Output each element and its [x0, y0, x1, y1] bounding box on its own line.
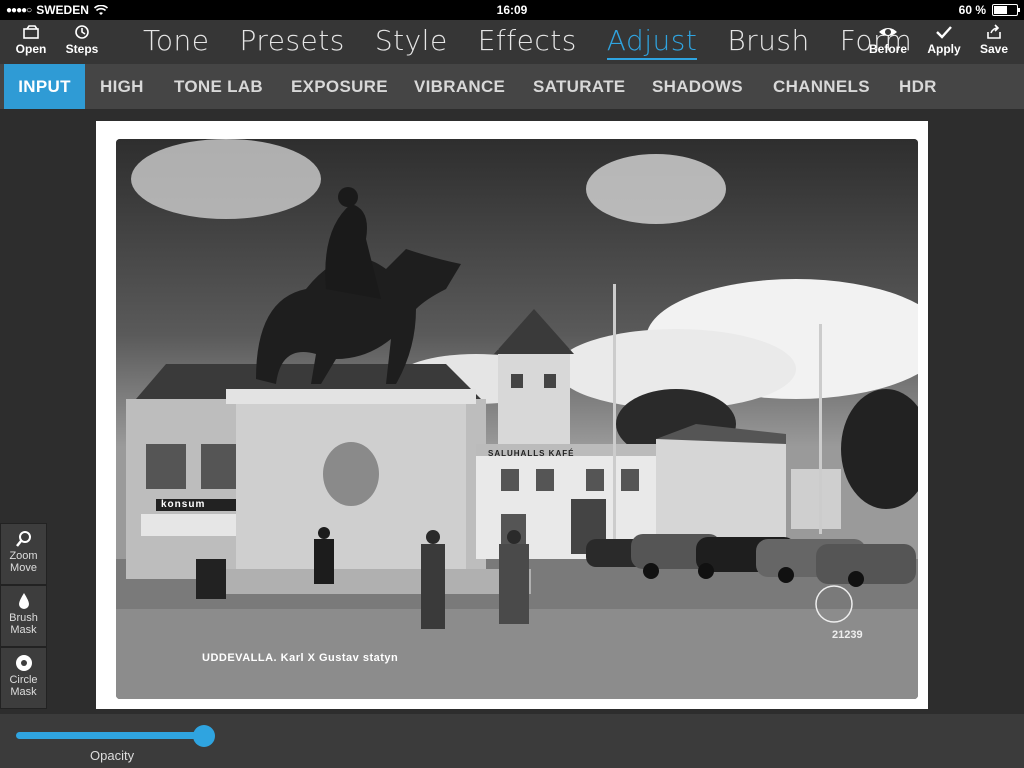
subtab-exposure[interactable]: EXPOSURE: [291, 64, 388, 109]
opacity-label: Opacity: [90, 748, 135, 763]
circle-mask-label-1: Circle: [9, 674, 38, 686]
battery-percent: 60 %: [958, 3, 986, 17]
brush-mask-label-1: Brush: [9, 612, 38, 624]
vintage-photo[interactable]: UDDEVALLA. Karl X Gustav statyn 21239 ko…: [116, 139, 918, 699]
zoom-move-label-1: Zoom: [9, 550, 38, 562]
zoom-move-label-2: Move: [10, 562, 37, 574]
brush-mask-tool[interactable]: Brush Mask: [0, 585, 47, 647]
subtab-shadows[interactable]: SHADOWS: [652, 64, 743, 109]
open-label: Open: [15, 42, 47, 56]
main-toolbar: Open Steps Tone Presets Style Effects Ad…: [0, 20, 1024, 64]
tab-brush[interactable]: Brush: [712, 24, 824, 57]
building-sign: SALUHALLS KAFÉ: [488, 449, 575, 458]
battery-icon: [992, 4, 1020, 16]
zoom-move-tool[interactable]: Zoom Move: [0, 523, 47, 585]
main-tabs: Tone Presets Style Effects Adjust Brush …: [128, 24, 927, 60]
before-label: Before: [868, 42, 907, 56]
photo-canvas[interactable]: UDDEVALLA. Karl X Gustav statyn 21239 ko…: [96, 121, 928, 709]
circle-mask-label-2: Mask: [10, 686, 37, 698]
photo-illustration: [116, 139, 918, 699]
subtab-saturate[interactable]: SATURATE: [533, 64, 625, 109]
shop-sign: konsum: [161, 499, 206, 510]
tab-style[interactable]: Style: [360, 24, 463, 57]
steps-button[interactable]: Steps: [60, 24, 104, 56]
share-icon: [987, 24, 1001, 39]
subtab-input[interactable]: INPUT: [4, 64, 85, 109]
checkmark-icon: [936, 26, 952, 39]
save-label: Save: [979, 42, 1009, 56]
open-button[interactable]: Open: [9, 24, 53, 56]
history-icon: [75, 25, 89, 39]
eye-icon: [879, 28, 897, 36]
clock: 16:09: [496, 3, 528, 17]
circle-mask-tool[interactable]: Circle Mask: [0, 647, 47, 709]
opacity-slider-track[interactable]: [16, 732, 212, 739]
battery-fill: [994, 6, 1007, 14]
photo-caption: UDDEVALLA. Karl X Gustav statyn: [202, 652, 399, 664]
stamp-number: 21239: [832, 629, 863, 641]
tab-tone[interactable]: Tone: [128, 24, 224, 57]
droplet-icon: [18, 593, 29, 609]
open-icon: [23, 25, 39, 39]
before-button[interactable]: Before: [866, 24, 910, 56]
subtab-channels[interactable]: CHANNELS: [773, 64, 870, 109]
tab-adjust[interactable]: Adjust: [592, 24, 713, 60]
apply-button[interactable]: Apply: [922, 24, 966, 56]
tab-effects[interactable]: Effects: [463, 24, 592, 57]
bottom-bar: Opacity: [0, 714, 1024, 768]
circle-mask-icon: [15, 655, 32, 671]
brush-mask-label-2: Mask: [10, 624, 37, 636]
subtab-tone-lab[interactable]: TONE LAB: [174, 64, 263, 109]
subtab-vibrance[interactable]: VIBRANCE: [414, 64, 505, 109]
tab-presets[interactable]: Presets: [224, 24, 359, 57]
apply-label: Apply: [927, 42, 961, 56]
adjust-subtabs: INPUT HIGH TONE LAB EXPOSURE VIBRANCE SA…: [0, 64, 1024, 109]
steps-label: Steps: [65, 42, 99, 56]
status-bar: ●●●●○ SWEDEN 16:09 60 %: [0, 0, 1024, 20]
save-button[interactable]: Save: [972, 24, 1016, 56]
zoom-icon: [15, 531, 31, 547]
subtab-hdr[interactable]: HDR: [899, 64, 937, 109]
subtab-high[interactable]: HIGH: [100, 64, 144, 109]
opacity-slider-knob[interactable]: [193, 725, 215, 747]
